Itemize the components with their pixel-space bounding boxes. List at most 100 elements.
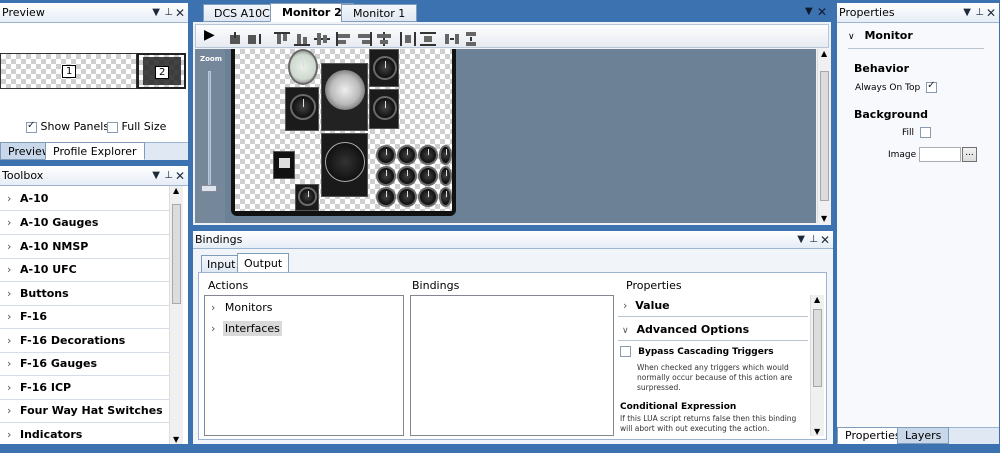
pin-icon[interactable]: ⊥: [164, 166, 173, 186]
tab-output[interactable]: Output: [237, 253, 290, 273]
scroll-down-icon[interactable]: ▼: [814, 427, 820, 436]
toolbox-item[interactable]: › F-16 Decorations: [0, 329, 170, 353]
scroll-down-icon[interactable]: ▼: [821, 214, 827, 223]
dropdown-icon[interactable]: ▼: [152, 3, 160, 23]
fuel-instrument[interactable]: [295, 184, 319, 211]
editor-panel: ▶ Zoom ▲ ▼: [193, 22, 831, 225]
close-icon[interactable]: ✕: [817, 5, 827, 19]
image-input[interactable]: [919, 147, 961, 162]
toolbox-item[interactable]: › A-10 UFC: [0, 258, 170, 282]
space-vertical-icon[interactable]: [464, 32, 480, 46]
scroll-up-icon[interactable]: ▲: [173, 186, 179, 195]
engine-gauge[interactable]: [418, 166, 438, 186]
always-on-top-checkbox[interactable]: [926, 80, 938, 93]
engine-gauge[interactable]: [439, 145, 452, 165]
dropdown-icon[interactable]: ▼: [963, 3, 971, 23]
scroll-up-icon[interactable]: ▲: [821, 49, 827, 58]
toolbox-item[interactable]: › Indicators: [0, 423, 170, 444]
bindings-list[interactable]: [410, 295, 614, 436]
close-icon[interactable]: ✕: [820, 231, 830, 249]
distribute-vertical-icon[interactable]: [420, 32, 436, 46]
properties-scrollbar[interactable]: ▲ ▼: [810, 295, 824, 436]
close-icon[interactable]: ✕: [175, 166, 185, 186]
tab-profile-explorer[interactable]: Profile Explorer: [45, 142, 145, 160]
engine-gauge[interactable]: [397, 145, 417, 165]
full-size-option[interactable]: Full Size: [107, 120, 166, 133]
image-label: Image: [888, 150, 917, 160]
adi-gauge[interactable]: [288, 49, 318, 85]
toolbox-item[interactable]: › Buttons: [0, 282, 170, 306]
toolbox-item[interactable]: › A-10 NMSP: [0, 235, 170, 259]
close-icon[interactable]: ✕: [175, 3, 185, 23]
advanced-section-header[interactable]: ∨ Advanced Options: [618, 318, 808, 341]
vvi-instrument[interactable]: [369, 89, 399, 129]
scroll-thumb[interactable]: [813, 309, 822, 387]
tab-input[interactable]: Input: [201, 255, 242, 273]
distribute-horizontal-icon[interactable]: [400, 32, 416, 46]
monitor-section-header[interactable]: ∨ Monitor: [848, 29, 984, 49]
tab-layers[interactable]: Layers: [897, 427, 950, 444]
pin-icon[interactable]: ⊥: [164, 3, 173, 23]
standby-adi-instrument[interactable]: [285, 87, 319, 131]
bypass-option[interactable]: Bypass Cascading Triggers: [620, 346, 806, 357]
engine-gauge[interactable]: [418, 187, 438, 207]
align-middle-icon[interactable]: [314, 32, 330, 46]
compass-instrument[interactable]: [321, 133, 368, 197]
align-right-icon[interactable]: [356, 32, 372, 46]
dropdown-icon[interactable]: ▼: [152, 166, 160, 186]
dropdown-icon[interactable]: ▼: [805, 6, 813, 17]
toolbox-item[interactable]: › Four Way Hat Switches: [0, 399, 170, 423]
show-panels-checkbox[interactable]: [26, 120, 37, 133]
engine-gauge[interactable]: [439, 166, 452, 186]
move-back-icon[interactable]: [248, 32, 264, 46]
close-icon[interactable]: ✕: [986, 3, 996, 23]
toolbox-item[interactable]: › A-10 Gauges: [0, 211, 170, 235]
toolbox-item[interactable]: › F-16 ICP: [0, 376, 170, 400]
advanced-label: Advanced Options: [636, 323, 750, 336]
properties-panel-title: Properties ▼ ⊥ ✕: [837, 3, 999, 23]
play-icon[interactable]: ▶: [204, 27, 215, 43]
align-bottom-icon[interactable]: [294, 32, 310, 46]
toolbox-item[interactable]: › A-10: [0, 187, 170, 211]
image-browse-button[interactable]: ...: [962, 147, 977, 162]
engine-gauge[interactable]: [439, 187, 452, 207]
engine-gauge[interactable]: [397, 187, 417, 207]
tree-item-interfaces[interactable]: › Interfaces: [211, 321, 282, 336]
always-on-top-option[interactable]: Always On Top: [855, 80, 938, 93]
editor-scrollbar[interactable]: ▲ ▼: [817, 49, 831, 223]
align-top-icon[interactable]: [274, 32, 290, 46]
space-horizontal-icon[interactable]: [444, 32, 460, 46]
pin-icon[interactable]: ⊥: [975, 3, 984, 23]
fill-option[interactable]: Fill: [902, 127, 931, 138]
value-section-header[interactable]: › Value: [618, 295, 808, 317]
engine-gauge[interactable]: [397, 166, 417, 186]
full-size-checkbox[interactable]: [107, 121, 118, 133]
preview-monitor-1[interactable]: 1: [0, 53, 137, 89]
engine-gauge[interactable]: [376, 145, 396, 165]
preview-monitor-2[interactable]: 2: [137, 53, 186, 89]
show-panels-option[interactable]: Show Panels: [26, 120, 109, 133]
tree-item-monitors[interactable]: › Monitors: [211, 301, 272, 314]
toolbox-scrollbar[interactable]: ▲ ▼: [169, 186, 183, 444]
scroll-thumb[interactable]: [820, 71, 829, 201]
engine-gauge[interactable]: [418, 145, 438, 165]
move-forward-icon[interactable]: [228, 32, 244, 46]
toolbox-item[interactable]: › F-16: [0, 305, 170, 329]
align-left-icon[interactable]: [336, 32, 352, 46]
small-display-instrument[interactable]: [273, 151, 295, 179]
clock-instrument[interactable]: [369, 49, 399, 87]
engine-gauge[interactable]: [376, 187, 396, 207]
align-center-icon[interactable]: [376, 32, 392, 46]
scroll-thumb[interactable]: [172, 204, 181, 304]
engine-gauge[interactable]: [376, 166, 396, 186]
hsi-instrument[interactable]: [321, 63, 368, 131]
scroll-up-icon[interactable]: ▲: [814, 295, 820, 304]
scroll-down-icon[interactable]: ▼: [173, 435, 179, 444]
pin-icon[interactable]: ⊥: [809, 231, 818, 249]
fill-checkbox[interactable]: [919, 127, 931, 138]
zoom-slider-thumb[interactable]: [201, 185, 217, 192]
tab-monitor-1[interactable]: Monitor 1: [341, 4, 418, 22]
bypass-checkbox[interactable]: [620, 346, 631, 357]
toolbox-item[interactable]: › F-16 Gauges: [0, 352, 170, 376]
dropdown-icon[interactable]: ▼: [797, 231, 805, 249]
